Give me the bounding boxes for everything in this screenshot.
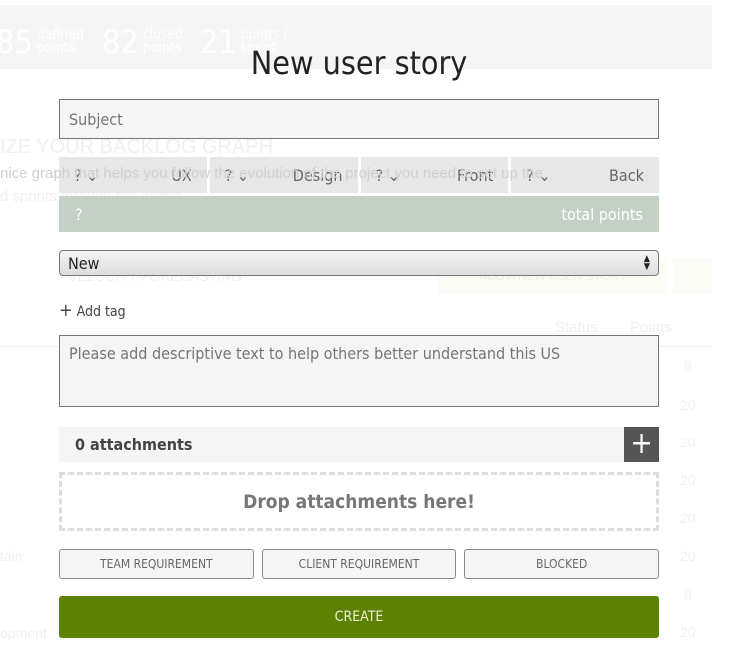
plus-icon: + bbox=[59, 300, 73, 321]
add-attachment-button[interactable]: + bbox=[624, 427, 659, 462]
client-requirement-button[interactable]: CLIENT REQUIREMENT bbox=[261, 549, 457, 579]
subject-input[interactable] bbox=[59, 99, 659, 139]
points-select[interactable]: ? ⌄ bbox=[74, 166, 98, 185]
role-points: ? ⌄ UX ? ⌄ Design ? ⌄ Front ? ⌄ Back bbox=[59, 157, 659, 193]
graph-heading: IZE YOUR BACKLOG GRAPH bbox=[0, 136, 274, 158]
row-subject: tain bbox=[0, 548, 23, 564]
role-design-points[interactable]: ? ⌄ Design bbox=[209, 157, 358, 193]
row-points: 20 bbox=[680, 434, 696, 450]
chevron-down-icon: ⌄ bbox=[387, 165, 400, 185]
select-arrows-icon: ▲ ▼ bbox=[643, 254, 650, 272]
col-points[interactable]: Points bbox=[630, 319, 672, 336]
col-status[interactable]: Status bbox=[555, 319, 598, 336]
role-ux-points[interactable]: ? ⌄ UX bbox=[59, 157, 207, 193]
row-points: 20 bbox=[680, 548, 696, 564]
role-back-points[interactable]: ? ⌄ Back bbox=[511, 157, 659, 193]
row-points: 20 bbox=[680, 510, 696, 526]
attachment-dropzone[interactable]: Drop attachments here! bbox=[59, 472, 659, 531]
row-points: 20 bbox=[680, 472, 696, 488]
list-view-icon[interactable] bbox=[673, 258, 712, 294]
total-points: ? total points bbox=[59, 196, 659, 232]
row-points: 8 bbox=[684, 586, 692, 602]
chevron-down-icon: ⌄ bbox=[538, 165, 551, 185]
attachments-header: 0 attachments + bbox=[59, 427, 659, 462]
modal-title: New user story bbox=[250, 44, 468, 82]
create-button[interactable]: CREATE bbox=[59, 596, 659, 638]
team-requirement-button[interactable]: TEAM REQUIREMENT bbox=[59, 549, 254, 579]
flag-buttons: TEAM REQUIREMENT CLIENT REQUIREMENT BLOC… bbox=[59, 549, 660, 579]
add-tag-button[interactable]: + Add tag bbox=[59, 300, 126, 321]
chevron-down-icon: ⌄ bbox=[236, 165, 250, 185]
role-front-points[interactable]: ? ⌄ Front bbox=[360, 157, 509, 193]
plus-icon: + bbox=[630, 426, 653, 461]
row-subject: opment bbox=[0, 625, 47, 641]
row-points: 8 bbox=[684, 358, 692, 374]
chevron-down-icon: ⌄ bbox=[86, 165, 99, 185]
row-points: 20 bbox=[680, 624, 696, 640]
points-select[interactable]: ? ⌄ bbox=[376, 166, 400, 185]
points-select[interactable]: ? ⌄ bbox=[526, 166, 550, 185]
blocked-button[interactable]: BLOCKED bbox=[464, 549, 660, 579]
row-points: 20 bbox=[680, 397, 696, 413]
description-textarea[interactable] bbox=[59, 335, 659, 407]
status-select[interactable]: New ▲ ▼ bbox=[59, 250, 659, 276]
points-select[interactable]: ? ⌄ bbox=[225, 166, 249, 185]
